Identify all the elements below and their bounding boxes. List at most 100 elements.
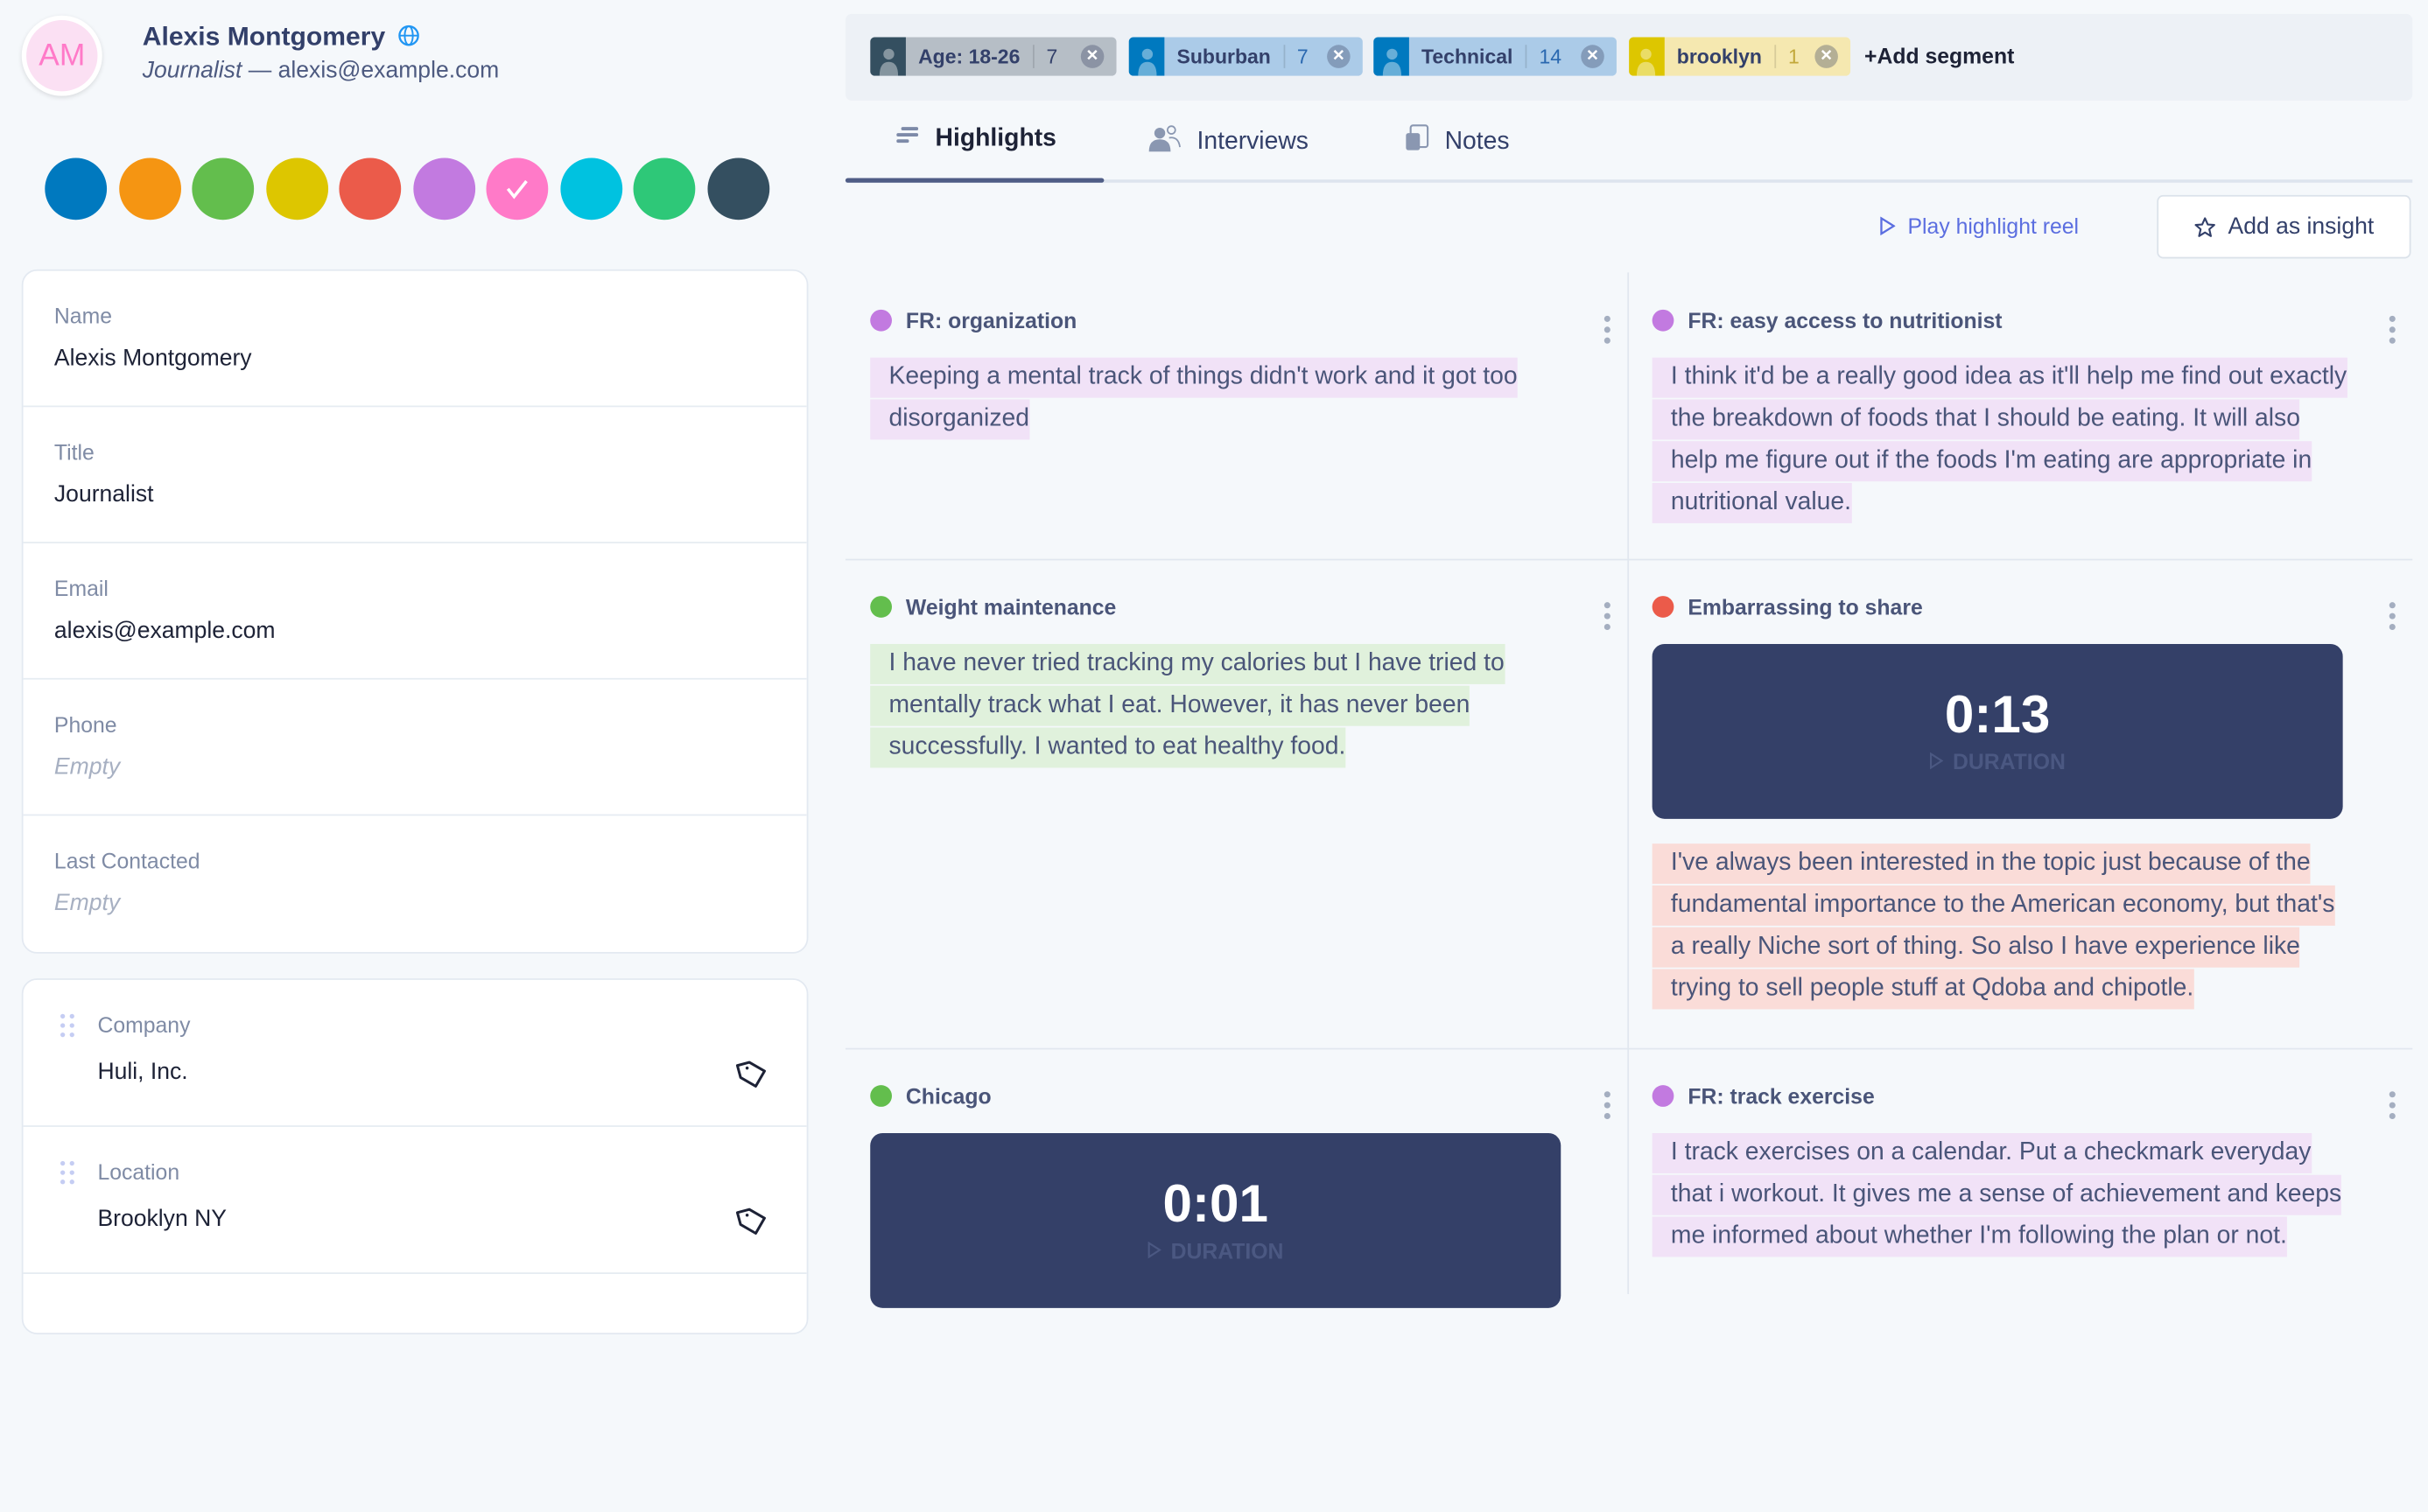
field-label: Location	[97, 1159, 180, 1185]
tab-label: Interviews	[1196, 127, 1309, 155]
highlight-tag[interactable]: FR: easy access to nutritionist	[1652, 308, 2003, 332]
remove-segment-icon[interactable]: ✕	[1581, 45, 1604, 68]
color-swatch[interactable]	[486, 158, 549, 220]
highlight-card[interactable]: Embarrassing to share 0:13 DURATION I've al…	[1627, 559, 2410, 1024]
tag-icon[interactable]	[735, 1057, 769, 1099]
tag-color-dot	[1652, 309, 1674, 332]
remove-segment-icon[interactable]: ✕	[1080, 45, 1105, 68]
color-swatch[interactable]	[192, 158, 255, 220]
color-swatch[interactable]	[339, 158, 402, 220]
more-options-icon[interactable]	[2389, 602, 2396, 634]
highlight-quote[interactable]: I've always been interested in the topic…	[1652, 842, 2353, 1010]
drag-handle-icon[interactable]	[60, 1013, 76, 1039]
color-swatch[interactable]	[633, 158, 696, 220]
segment-chip[interactable]: Suburban 7 ✕	[1128, 37, 1363, 76]
segment-chip[interactable]: Age: 18-26 7 ✕	[870, 37, 1117, 76]
tab-interviews[interactable]: Interviews	[1147, 124, 1309, 160]
highlight-tag[interactable]: FR: organization	[870, 308, 1077, 332]
segment-label: Suburban	[1176, 45, 1271, 68]
color-swatch[interactable]	[706, 158, 769, 220]
clip-duration: 0:01	[1162, 1174, 1268, 1234]
field-row[interactable]: Last Contacted Empty	[24, 816, 807, 952]
field-value[interactable]: Journalist	[54, 481, 154, 508]
field-value[interactable]: Empty	[54, 890, 120, 916]
active-tab-indicator	[845, 178, 1105, 183]
segment-count: 7	[1283, 45, 1321, 68]
color-swatch[interactable]	[45, 158, 108, 220]
duration-label: DURATION	[1952, 749, 2066, 774]
field-row[interactable]: Name Alexis Montgomery	[23, 271, 807, 408]
tag-icon[interactable]	[735, 1204, 769, 1246]
profile-subtitle: Journalist — alexis@example.com	[143, 57, 499, 83]
tag-color-dot	[870, 1085, 893, 1107]
video-clip[interactable]: 0:01 DURATION	[870, 1132, 1561, 1308]
field-label: Phone	[53, 711, 117, 738]
tab-label: Notes	[1444, 127, 1510, 155]
highlight-card[interactable]: Weight maintenance I have never tried tra…	[846, 559, 1629, 1024]
play-highlight-reel-button[interactable]: Play highlight reel	[1880, 214, 2079, 238]
more-options-icon[interactable]	[1603, 602, 1610, 634]
custom-field-row[interactable]: Location Brooklyn NY	[23, 1127, 807, 1274]
quote-text: I track exercises on a calendar. Put a c…	[1652, 1132, 2342, 1257]
custom-field-row[interactable]: Company Huli, Inc.	[23, 980, 807, 1127]
field-label: Company	[97, 1012, 191, 1038]
highlights-icon	[895, 124, 920, 154]
person-icon	[1373, 37, 1409, 76]
highlight-card[interactable]: Chicago 0:01 DURATION	[846, 1048, 1629, 1512]
field-row[interactable]: Phone Empty	[23, 680, 807, 816]
person-icon	[1629, 37, 1665, 76]
duration-label-row: DURATION	[1653, 749, 2343, 774]
more-options-icon[interactable]	[2389, 1091, 2396, 1124]
tab-notes[interactable]: Notes	[1405, 124, 1510, 160]
play-icon	[1147, 1241, 1162, 1259]
custom-fields-card: Company Huli, Inc. Location Brooklyn NY	[21, 978, 809, 1334]
field-value[interactable]: Huli, Inc.	[97, 1059, 187, 1085]
field-label: Name	[53, 303, 113, 329]
color-swatch[interactable]	[412, 158, 475, 220]
drag-handle-icon[interactable]	[60, 1160, 76, 1186]
tag-color-dot	[870, 309, 893, 332]
star-icon	[2194, 216, 2215, 236]
profile-email: alexis@example.com	[277, 57, 500, 84]
highlight-tag[interactable]: Weight maintenance	[870, 594, 1117, 620]
more-options-icon[interactable]	[1603, 1091, 1610, 1124]
field-label: Last Contacted	[53, 848, 200, 873]
more-options-icon[interactable]	[2389, 315, 2396, 348]
highlight-quote[interactable]: I have never tried tracking my calories …	[870, 642, 1559, 768]
tag-label: Weight maintenance	[905, 594, 1117, 620]
color-swatch[interactable]	[559, 158, 622, 220]
highlight-card[interactable]: FR: track exercise I track exercises on a…	[1627, 1048, 2410, 1512]
segment-chip[interactable]: brooklyn 1 ✕	[1629, 37, 1851, 76]
tab-highlights[interactable]: Highlights	[895, 124, 1056, 154]
field-value[interactable]: Alexis Montgomery	[54, 346, 252, 372]
highlight-quote[interactable]: I track exercises on a calendar. Put a c…	[1652, 1131, 2353, 1257]
add-segment-button[interactable]: +Add segment	[1864, 44, 2014, 68]
highlight-tag[interactable]: Embarrassing to share	[1652, 594, 1923, 620]
globe-icon[interactable]	[397, 24, 419, 46]
tag-label: FR: organization	[905, 308, 1077, 333]
field-value[interactable]: alexis@example.com	[54, 618, 276, 644]
segment-label: brooklyn	[1676, 45, 1762, 68]
video-clip[interactable]: 0:13 DURATION	[1652, 643, 2343, 819]
segment-chip[interactable]: Technical 14 ✕	[1373, 37, 1617, 76]
remove-segment-icon[interactable]: ✕	[1327, 45, 1351, 68]
remove-segment-icon[interactable]: ✕	[1814, 45, 1838, 68]
field-label: Email	[53, 576, 109, 601]
field-value[interactable]: Brooklyn NY	[97, 1206, 226, 1232]
highlight-tag[interactable]: Chicago	[870, 1083, 992, 1109]
field-value[interactable]: Empty	[54, 754, 120, 780]
color-swatch[interactable]	[118, 158, 181, 220]
interviews-icon	[1147, 124, 1182, 160]
tag-label: Chicago	[905, 1083, 992, 1109]
add-as-insight-button[interactable]: Add as insight	[2157, 194, 2411, 259]
field-row[interactable]: Title Journalist	[23, 407, 807, 543]
field-label: Title	[53, 439, 95, 465]
highlight-quote[interactable]: Keeping a mental track of things didn't …	[870, 356, 1559, 440]
highlight-quote[interactable]: I think it'd be a really good idea as it…	[1652, 356, 2353, 523]
segment-count: 14	[1525, 45, 1575, 68]
field-row[interactable]: Email alexis@example.com	[23, 543, 807, 680]
more-options-icon[interactable]	[1603, 315, 1610, 348]
color-swatch[interactable]	[265, 158, 328, 220]
play-icon	[1930, 752, 1944, 770]
highlight-tag[interactable]: FR: track exercise	[1652, 1083, 1875, 1109]
